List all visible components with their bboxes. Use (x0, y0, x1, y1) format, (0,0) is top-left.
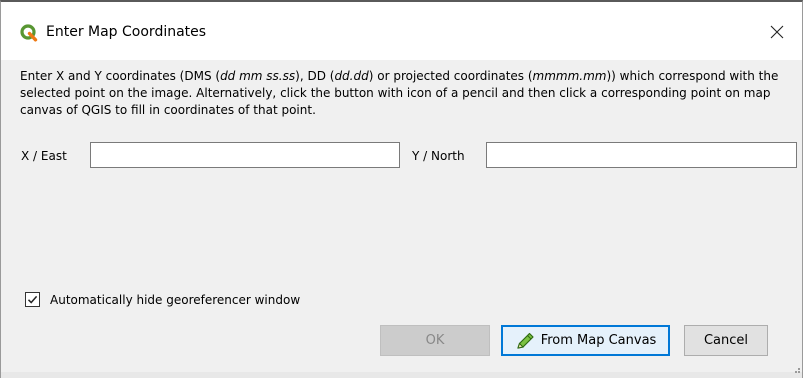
instructions-part-1: Enter X and Y coordinates (DMS ( (20, 69, 221, 83)
from-map-canvas-button[interactable]: From Map Canvas (501, 325, 670, 356)
x-east-label: X / East (21, 149, 67, 163)
from-map-canvas-label: From Map Canvas (540, 333, 657, 348)
cancel-button[interactable]: Cancel (684, 325, 768, 356)
title-bar[interactable]: Enter Map Coordinates (1, 2, 802, 60)
close-icon (770, 25, 784, 39)
instructions-part-3: ) or projected coordinates ( (368, 69, 533, 83)
x-east-input[interactable] (90, 142, 400, 168)
dialog-title: Enter Map Coordinates (46, 24, 207, 40)
ok-button-label: OK (425, 333, 445, 348)
dms-format: dd mm ss.ss (220, 69, 296, 83)
y-north-input[interactable] (486, 142, 797, 168)
auto-hide-checkbox[interactable] (25, 292, 40, 307)
resize-grip-icon[interactable] (791, 364, 801, 374)
close-button[interactable] (765, 20, 789, 44)
dd-format: dd.dd (334, 69, 369, 83)
checkmark-icon (27, 295, 38, 304)
instructions-part-2: ), DD ( (295, 69, 335, 83)
cancel-button-label: Cancel (703, 333, 749, 348)
auto-hide-label[interactable]: Automatically hide georeferencer window (50, 292, 300, 308)
ok-button[interactable]: OK (380, 325, 490, 356)
instructions-text: Enter X and Y coordinates (DMS (dd mm ss… (20, 68, 792, 119)
bottom-edge (1, 372, 802, 378)
projected-format: mmmm.mm (532, 69, 607, 83)
y-north-label: Y / North (412, 149, 465, 163)
qgis-logo-icon (20, 24, 38, 42)
enter-map-coordinates-dialog: Enter Map Coordinates Enter X and Y coor… (0, 0, 803, 378)
pencil-icon (516, 332, 534, 349)
